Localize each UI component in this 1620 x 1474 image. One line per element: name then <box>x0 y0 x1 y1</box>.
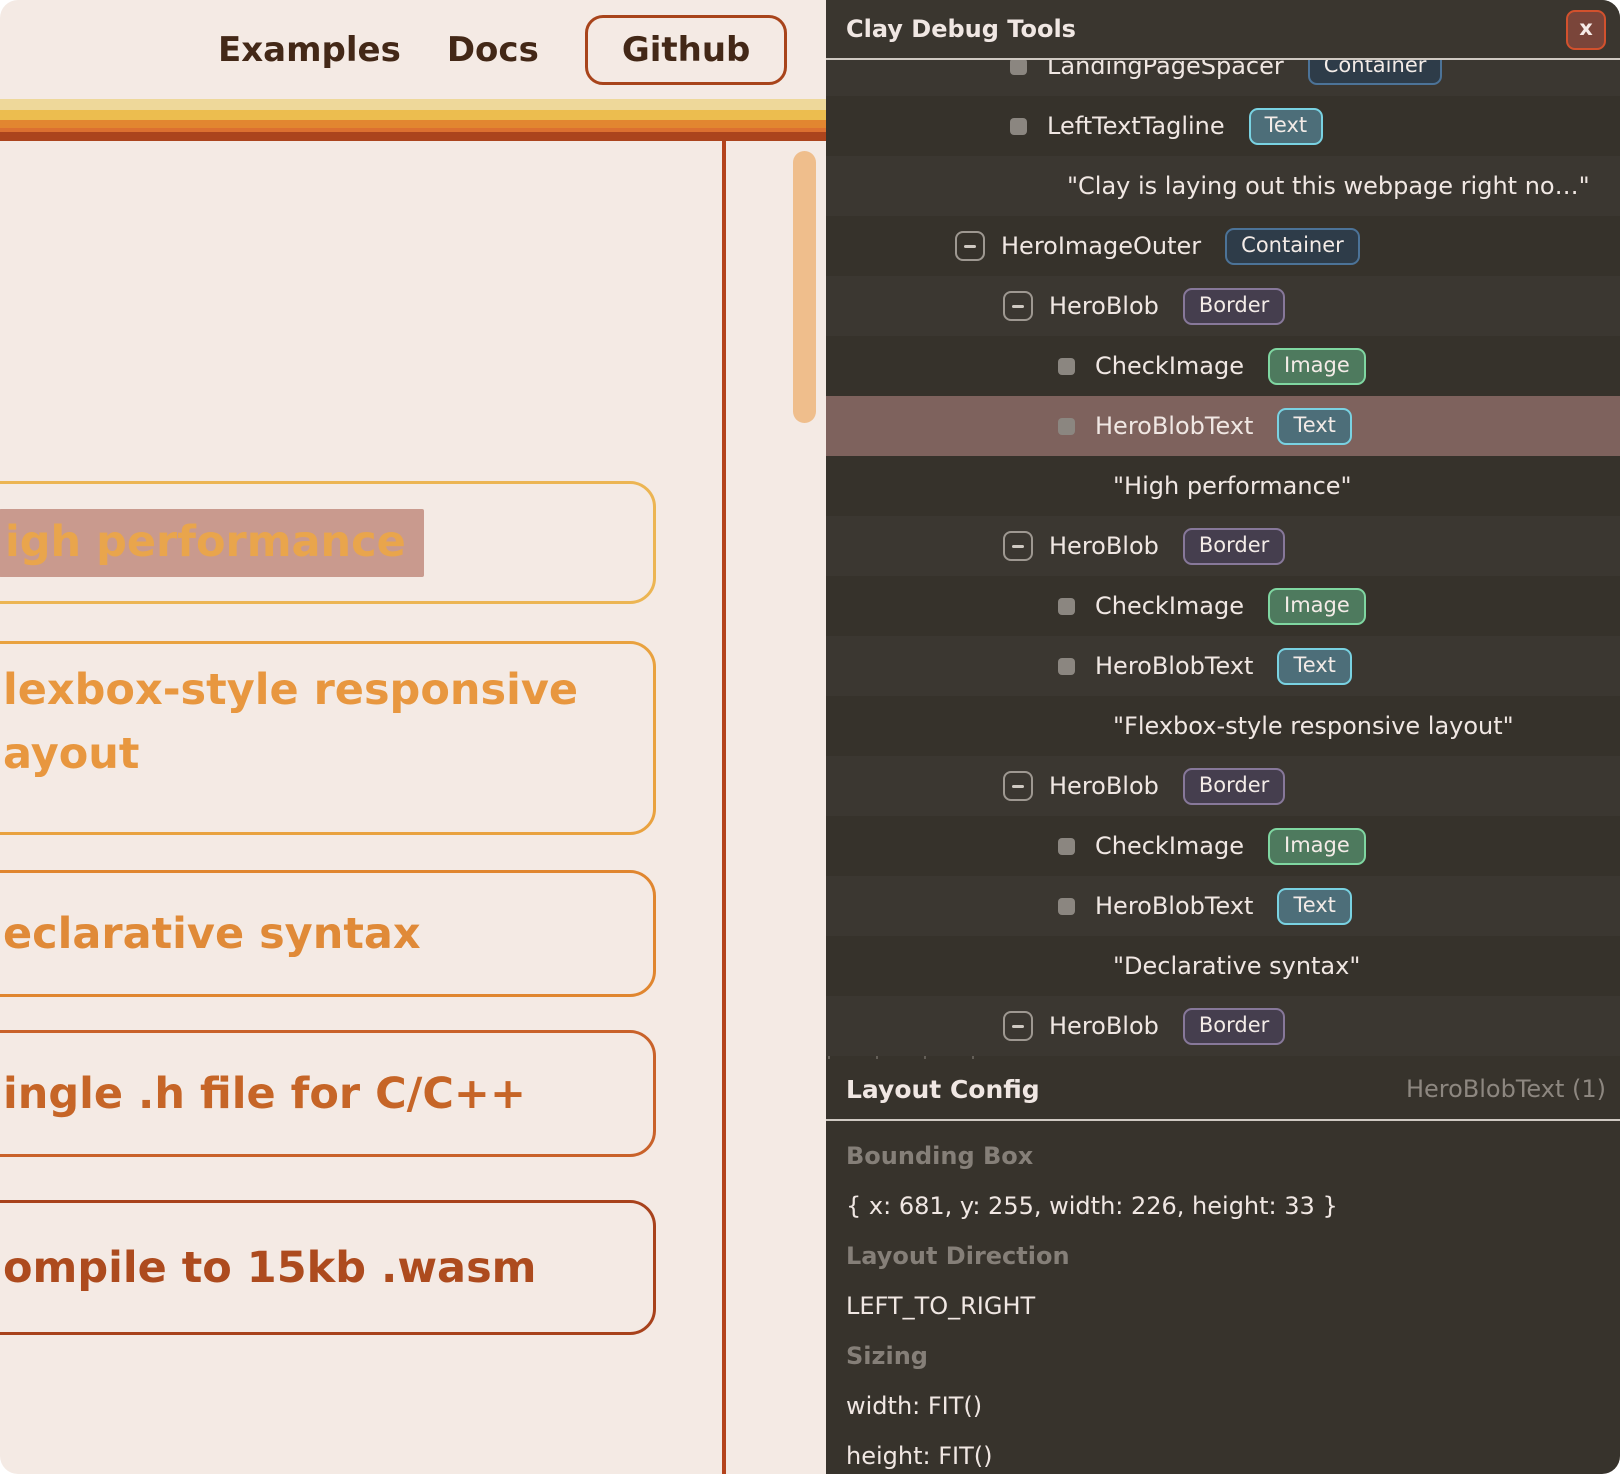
element-type-badge: Text <box>1249 108 1323 145</box>
tree-row[interactable]: CheckImage Image <box>826 576 1620 636</box>
tree-row[interactable]: HeroBlob Border <box>826 516 1620 576</box>
tree-row[interactable]: "High performance" <box>826 456 1620 516</box>
page-section-divider <box>722 141 726 1474</box>
element-tree: LandingPageSpacer Container LeftTextTaglin… <box>826 60 1620 1059</box>
nav-link-examples[interactable]: Examples <box>218 30 401 70</box>
config-property-label: Layout Direction <box>846 1231 1620 1281</box>
element-name: HeroBlob <box>1049 1012 1159 1040</box>
clay-debug-panel: Clay Debug Tools x LandingPageSpacer Cont… <box>826 0 1620 1474</box>
tree-row[interactable]: CheckImage Image <box>826 336 1620 396</box>
element-type-badge: Border <box>1183 288 1285 325</box>
feature-text: eclarative syntax <box>0 902 653 966</box>
element-name: CheckImage <box>1095 352 1244 380</box>
tree-row[interactable]: HeroBlob Border <box>826 276 1620 336</box>
app-window: Examples Docs Github igh performance lexb… <box>0 0 1620 1474</box>
leaf-icon <box>1058 358 1075 375</box>
selected-element-name: HeroBlobText (1) <box>1406 1059 1606 1119</box>
tree-row[interactable]: HeroBlobText Text <box>826 396 1620 456</box>
element-type-badge: Image <box>1268 348 1366 385</box>
element-name: HeroBlobText <box>1095 652 1253 680</box>
collapse-toggle-icon[interactable] <box>1003 291 1033 321</box>
element-name: CheckImage <box>1095 832 1244 860</box>
element-type-badge: Image <box>1268 828 1366 865</box>
element-name: HeroBlobText <box>1095 412 1253 440</box>
layout-config-header: Layout Config HeroBlobText (1) <box>826 1059 1620 1121</box>
config-property-value: { x: 681, y: 255, width: 226, height: 33… <box>846 1181 1620 1231</box>
leaf-icon <box>1058 418 1075 435</box>
text-content-preview: "Flexbox-style responsive layout" <box>1113 712 1514 740</box>
element-type-badge: Border <box>1183 768 1285 805</box>
nav-link-docs[interactable]: Docs <box>447 30 539 70</box>
leaf-icon <box>1058 838 1075 855</box>
tree-row[interactable]: "Declarative syntax" <box>826 936 1620 996</box>
tree-row[interactable]: HeroBlob Border <box>826 756 1620 816</box>
layout-config-title: Layout Config <box>846 1059 1040 1119</box>
element-type-badge: Border <box>1183 1008 1285 1045</box>
close-icon: x <box>1579 16 1593 40</box>
scrollbar-thumb[interactable] <box>793 151 816 423</box>
feature-text: ompile to 15kb .wasm <box>0 1236 653 1300</box>
element-name: HeroBlobText <box>1095 892 1253 920</box>
github-button-label: Github <box>622 30 751 70</box>
element-name: LeftTextTagline <box>1047 112 1225 140</box>
element-name: HeroImageOuter <box>1001 232 1201 260</box>
collapse-toggle-icon[interactable] <box>1003 531 1033 561</box>
element-name: HeroBlob <box>1049 772 1159 800</box>
element-type-badge: Text <box>1277 648 1351 685</box>
element-name: HeroBlob <box>1049 292 1159 320</box>
collapse-toggle-icon[interactable] <box>955 231 985 261</box>
feature-text: igh performance <box>5 510 406 574</box>
feature-text: lexbox-style responsive <box>0 658 653 722</box>
feature-text: ayout <box>0 722 653 786</box>
element-name: LandingPageSpacer <box>1047 60 1284 80</box>
debug-panel-title: Clay Debug Tools <box>846 0 1076 58</box>
element-type-badge: Container <box>1225 228 1360 265</box>
text-content-preview: "Clay is laying out this webpage right n… <box>1067 172 1590 200</box>
text-content-preview: "High performance" <box>1113 472 1352 500</box>
element-type-badge: Text <box>1277 888 1351 925</box>
leaf-icon <box>1058 898 1075 915</box>
tree-row[interactable]: HeroBlob Border <box>826 996 1620 1056</box>
tree-row[interactable]: "Clay is laying out this webpage right n… <box>826 156 1620 216</box>
element-type-badge: Text <box>1277 408 1351 445</box>
github-button[interactable]: Github <box>585 15 788 85</box>
element-type-badge: Border <box>1183 528 1285 565</box>
feature-card: igh performance <box>0 481 656 604</box>
tree-row[interactable]: LandingPageSpacer Container <box>826 60 1620 96</box>
feature-card: ompile to 15kb .wasm <box>0 1200 656 1335</box>
leaf-icon <box>1010 118 1027 135</box>
config-property-label: Bounding Box <box>846 1131 1620 1181</box>
close-button[interactable]: x <box>1566 10 1606 50</box>
tree-row[interactable]: HeroImageOuter Container <box>826 216 1620 276</box>
element-name: HeroBlob <box>1049 532 1159 560</box>
leaf-icon <box>1058 598 1075 615</box>
element-type-badge: Container <box>1308 60 1443 85</box>
config-property-value: height: FIT() <box>846 1431 1620 1474</box>
feature-card: lexbox-style responsiveayout <box>0 641 656 835</box>
debug-panel-header: Clay Debug Tools x <box>826 0 1620 60</box>
collapse-toggle-icon[interactable] <box>1003 771 1033 801</box>
tree-row[interactable]: CheckImage Image <box>826 816 1620 876</box>
feature-text: ingle .h file for C/C++ <box>0 1062 653 1126</box>
tree-row[interactable]: HeroBlobText Text <box>826 636 1620 696</box>
tree-row[interactable]: "Flexbox-style responsive layout" <box>826 696 1620 756</box>
collapse-toggle-icon[interactable] <box>1003 1011 1033 1041</box>
element-type-badge: Image <box>1268 588 1366 625</box>
top-nav: Examples Docs Github <box>0 0 826 99</box>
leaf-icon <box>1058 658 1075 675</box>
tree-row[interactable]: LeftTextTagline Text <box>826 96 1620 156</box>
element-name: CheckImage <box>1095 592 1244 620</box>
tree-row[interactable]: HeroBlobText Text <box>826 876 1620 936</box>
text-content-preview: "Declarative syntax" <box>1113 952 1360 980</box>
config-property-value: width: FIT() <box>846 1381 1620 1431</box>
feature-card: eclarative syntax <box>0 870 656 997</box>
layout-config-body: Bounding Box{ x: 681, y: 255, width: 226… <box>826 1121 1620 1474</box>
config-property-value: LEFT_TO_RIGHT <box>846 1281 1620 1331</box>
config-property-label: Sizing <box>846 1331 1620 1381</box>
debug-selection-highlight: igh performance <box>0 509 424 577</box>
feature-card: ingle .h file for C/C++ <box>0 1030 656 1157</box>
leaf-icon <box>1010 60 1027 75</box>
